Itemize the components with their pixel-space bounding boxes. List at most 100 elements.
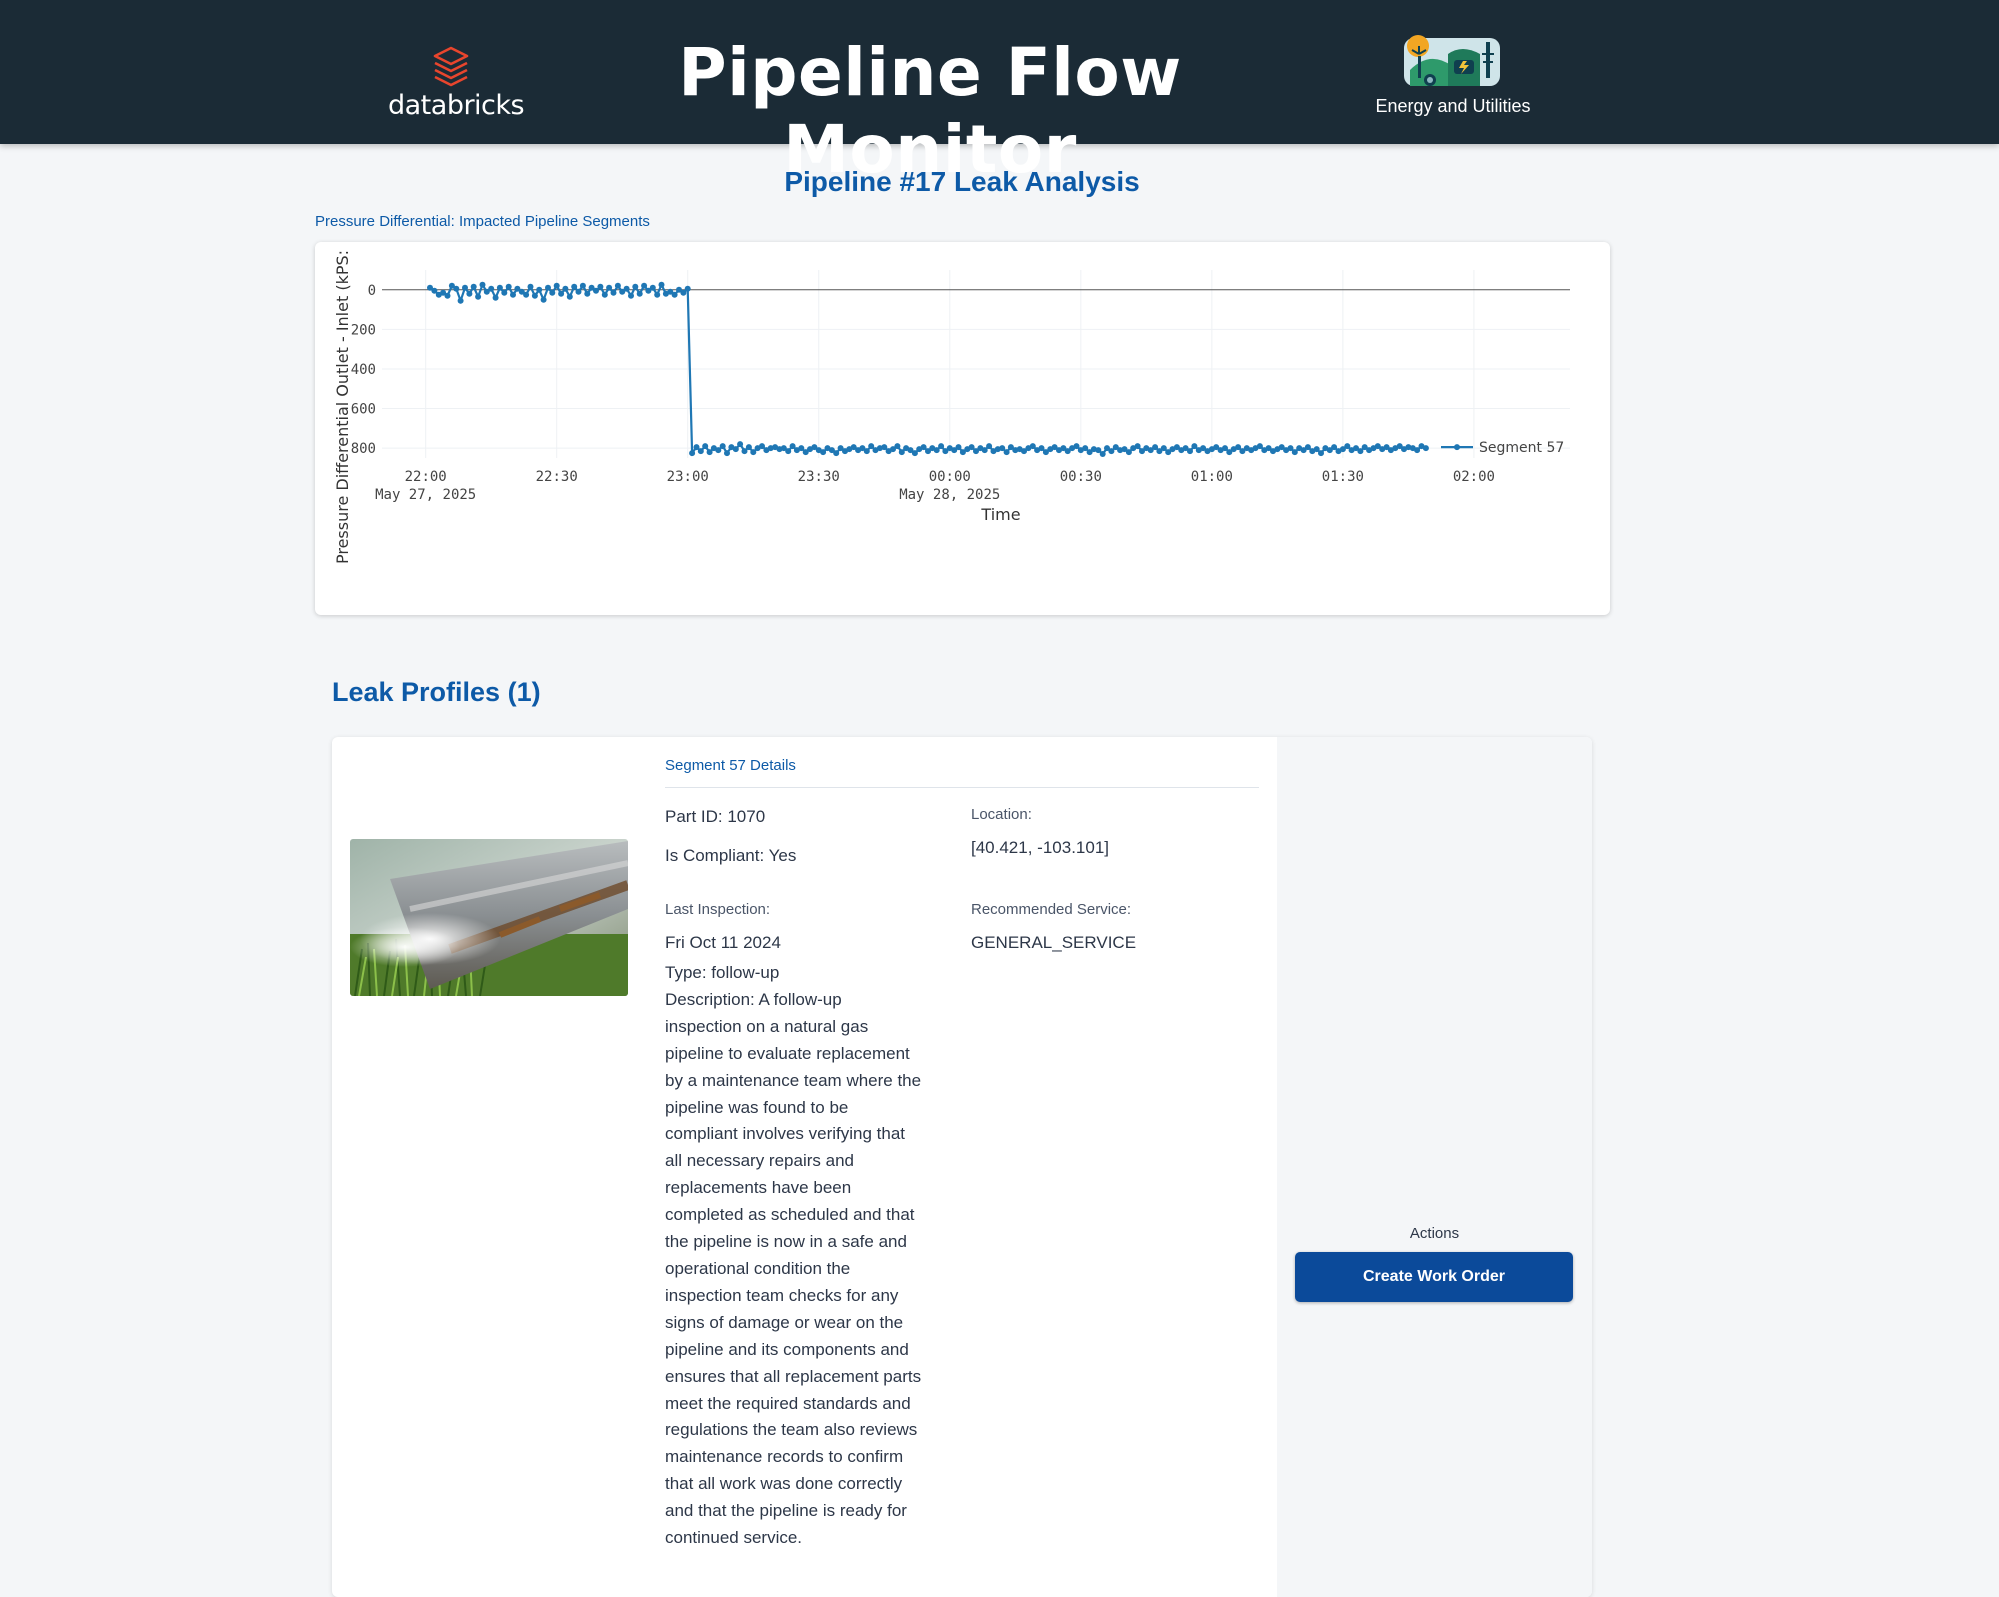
pressure-chart-card[interactable]: 22:00 May 27, 2025 22:30 23:00 23:30 00:00 May… [315,242,1610,615]
data-point [785,448,792,455]
description-line: the pipeline is now in a safe and [665,1232,907,1252]
x-tick-label: 02:00 [1453,469,1495,485]
legend-swatch-marker [1454,444,1460,451]
y-axis-title: Pressure Differential Outlet - Inlet (kP… [333,250,352,564]
legend-label: Segment 57 [1479,440,1564,456]
data-point [732,446,739,453]
data-point [955,444,962,451]
data-point [628,292,634,299]
data-point [579,282,586,289]
x-tick-label: 23:30 [798,469,840,485]
actions-panel: Actions Create Work Order [1277,737,1592,1597]
data-point [641,282,648,289]
description-line: all necessary repairs and [665,1151,854,1171]
data-point [597,283,604,290]
page-title: Pipeline Flow Monitor [678,34,1182,188]
description-line: ensures that all replacement parts [665,1366,922,1386]
description-line: signs of damage or wear on the [665,1312,904,1332]
y-tick-label: 200 [351,322,376,338]
data-point [863,448,870,455]
data-point [479,281,486,288]
data-point [1318,450,1324,457]
description-line: maintenance records to confirm [665,1447,904,1467]
description-line: continued service. [665,1528,803,1548]
data-point [545,284,551,291]
description-line: replacements have been [665,1178,852,1198]
energy-utilities-icon [1404,35,1500,86]
location-label: Location: [971,806,1032,823]
x-tick-label: 01:00 [1191,469,1233,485]
y-tick-label: 600 [351,402,376,418]
data-point [623,285,630,292]
data-point [536,286,543,293]
location-value: [40.421, -103.101] [971,838,1110,857]
data-point [1422,445,1429,452]
description-line: by a maintenance team where the [665,1070,922,1090]
last-inspection-date: Fri Oct 11 2024 [665,933,781,952]
x-tick-label: 00:00 [929,469,971,485]
data-point [1003,449,1010,456]
data-point [488,285,495,292]
data-point [1099,451,1106,457]
sector-label: Energy and Utilities [1375,96,1531,116]
pipeline-leak-photo [350,839,628,996]
part-id: Part ID: 1070 [665,807,766,826]
data-point [505,283,512,290]
x-tick-label: 23:00 [667,469,709,485]
data-point [501,289,508,296]
x-tick-sublabel: May 28, 2025 [899,487,1000,503]
data-point [527,283,534,290]
pressure-chart[interactable]: 22:00 May 27, 2025 22:30 23:00 23:30 00:00 May… [315,242,1610,615]
description-line: regulations the team also reviews [665,1420,918,1440]
data-point [492,294,499,301]
data-point [649,284,656,291]
x-tick-label: 01:30 [1322,469,1364,485]
description-line: inspection on a natural gas [665,1016,869,1036]
create-work-order-button[interactable]: Create Work Order [1295,1252,1573,1302]
data-point [549,289,556,296]
data-point [938,443,945,450]
data-point [654,291,661,298]
data-point [632,283,639,290]
data-point [444,292,451,299]
data-point [523,291,530,298]
last-inspection-label: Last Inspection: [665,901,771,918]
description-line: completed as scheduled and that [665,1205,915,1225]
data-point [510,291,516,298]
pipeline-leak-image [350,839,628,996]
leak-profile-card: Segment 57 Details Part ID: 1070 Is Comp… [332,737,1592,1597]
description-line: compliant involves verifying that [665,1124,906,1144]
leak-profiles-title: Leak Profiles (1) [332,677,541,707]
data-point [575,288,582,295]
description-line: meet the required standards and [665,1393,911,1413]
analysis-title: Pipeline #17 Leak Analysis [784,166,1140,197]
data-point [531,292,538,299]
data-point [610,289,617,296]
x-tick-label: 00:30 [1060,469,1102,485]
sector-badge: Energy and Utilities [1360,30,1546,120]
description-line: pipeline was found to be [665,1097,849,1117]
data-point [658,281,665,288]
compliance-status: Is Compliant: Yes [665,846,797,865]
brand-logo[interactable]: databricks [388,46,525,124]
data-point [584,290,591,297]
segment-details-heading: Segment 57 Details [665,757,1259,788]
data-point [475,293,482,300]
x-tick-label: 22:00 [405,469,447,485]
recommended-service-label: Recommended Service: [971,901,1132,918]
data-point [457,297,464,304]
databricks-logo-icon [433,46,469,87]
data-point [553,282,560,289]
data-point [601,291,608,298]
data-point [986,443,993,450]
y-tick-label: 0 [368,283,376,299]
data-point [453,285,460,292]
data-point [462,284,468,291]
data-point [566,293,573,300]
data-point [540,296,547,303]
data-point [466,290,473,297]
actions-label: Actions [1409,1225,1460,1242]
description-line: operational condition the [665,1258,851,1278]
data-point [719,443,726,450]
data-point [671,291,678,298]
